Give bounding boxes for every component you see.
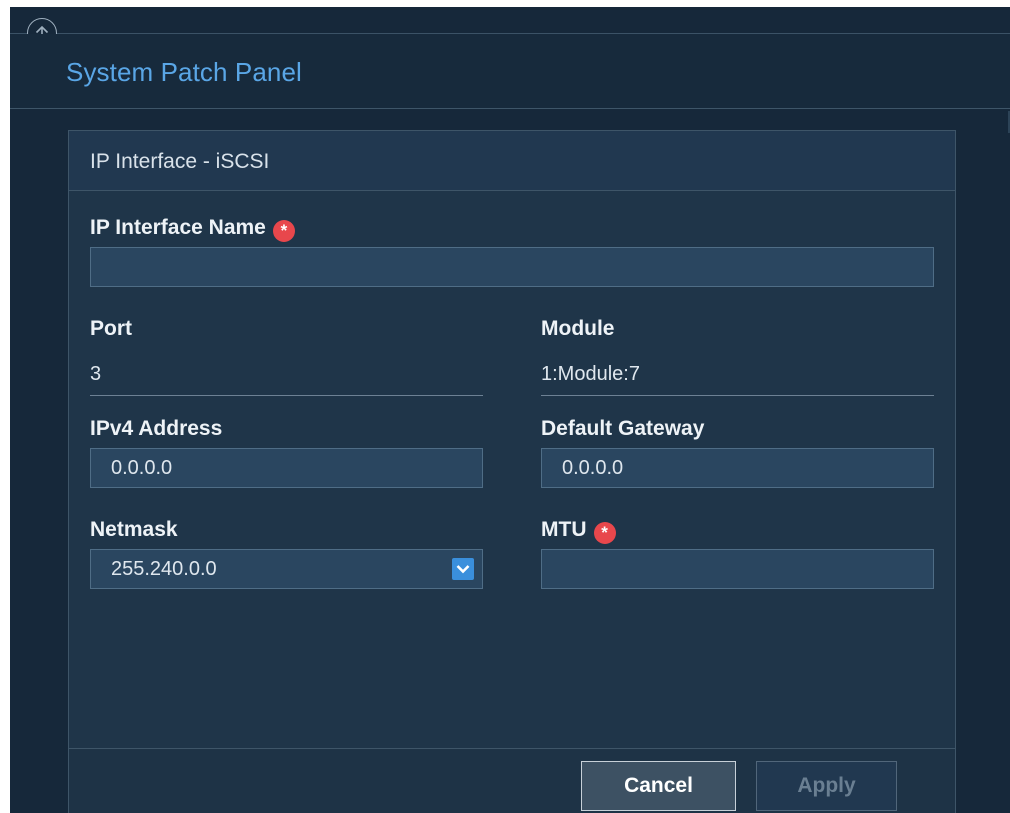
default-gateway-label: Default Gateway — [541, 417, 705, 440]
default-gateway-input[interactable]: 0.0.0.0 — [541, 448, 934, 488]
ip-interface-name-label-text: IP Interface Name — [90, 216, 266, 239]
dialog-footer: Cancel Apply — [69, 748, 955, 813]
dialog-title: IP Interface - iSCSI — [90, 150, 270, 173]
module-label: Module — [541, 317, 615, 340]
page-header: System Patch Panel — [10, 34, 1010, 109]
mtu-input[interactable] — [541, 549, 934, 589]
apply-button[interactable]: Apply — [756, 761, 897, 811]
window: System Patch Panel IP Interface - iSCSI … — [10, 7, 1010, 813]
mtu-label: MTU * — [541, 518, 616, 544]
port-value: 3 — [90, 356, 483, 396]
ip-interface-name-input[interactable] — [90, 247, 934, 287]
required-asterisk-icon: * — [593, 521, 616, 544]
netmask-label: Netmask — [90, 518, 178, 541]
page-title: System Patch Panel — [66, 57, 302, 87]
chevron-down-icon[interactable] — [452, 558, 474, 580]
port-label: Port — [90, 317, 132, 340]
netmask-select[interactable]: 255.240.0.0 — [90, 549, 483, 589]
required-asterisk-icon: * — [272, 219, 295, 242]
dialog-header: IP Interface - iSCSI — [69, 131, 955, 191]
ipv4-address-input[interactable]: 0.0.0.0 — [90, 448, 483, 488]
ip-interface-dialog: IP Interface - iSCSI IP Interface Name * … — [68, 130, 956, 813]
module-value: 1:Module:7 — [541, 356, 934, 396]
mtu-label-text: MTU — [541, 518, 587, 541]
ipv4-address-label: IPv4 Address — [90, 417, 223, 440]
chevron-glyph — [456, 565, 470, 574]
netmask-selected-value: 255.240.0.0 — [111, 558, 217, 580]
cancel-button[interactable]: Cancel — [581, 761, 736, 811]
ip-interface-name-label: IP Interface Name * — [90, 216, 295, 242]
